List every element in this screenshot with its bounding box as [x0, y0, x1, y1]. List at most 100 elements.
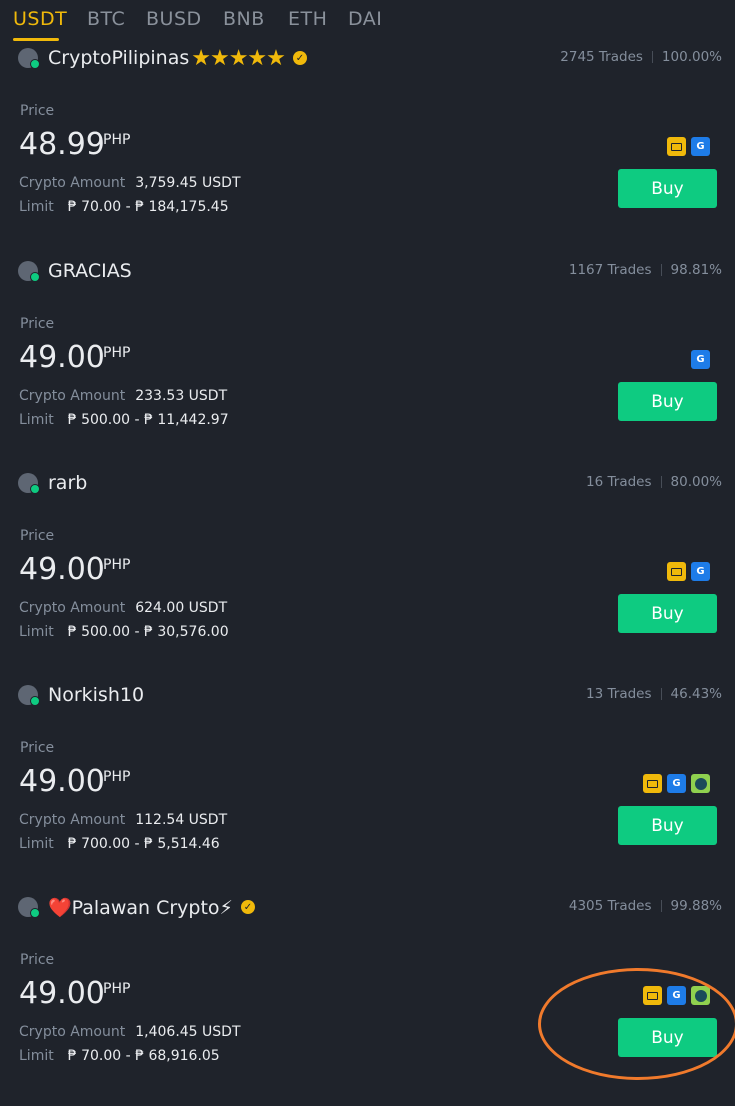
crypto-amount-value: 624.00 USDT — [135, 600, 228, 616]
stats-divider — [660, 900, 662, 912]
merchant-name[interactable]: CryptoPilipinas — [48, 47, 189, 69]
limit-label: Limit — [19, 836, 54, 852]
buy-button[interactable]: Buy — [618, 806, 717, 845]
bank-card-icon — [667, 137, 686, 156]
merchant-name[interactable]: rarb — [48, 472, 87, 494]
online-status-dot — [30, 59, 40, 69]
crypto-amount-value: 3,759.45 USDT — [135, 175, 241, 191]
limit-value: ₱ 500.00 - ₱ 11,442.97 — [67, 412, 229, 428]
tab-bnb[interactable]: BNB — [223, 8, 265, 30]
merchant-name[interactable]: ❤️Palawan Crypto⚡ — [48, 896, 233, 919]
gcash-icon: G — [667, 986, 686, 1005]
buy-button[interactable]: Buy — [618, 382, 717, 421]
gcash-icon: G — [691, 137, 710, 156]
limit-value: ₱ 70.00 - ₱ 68,916.05 — [67, 1048, 220, 1064]
merchant-avatar[interactable] — [18, 897, 40, 918]
trade-count: 16 Trades — [586, 474, 652, 490]
merchant-avatar[interactable] — [18, 261, 40, 282]
crypto-amount-label: Crypto Amount — [19, 388, 126, 404]
merchant-row[interactable]: ❤️Palawan Crypto⚡ ✓ — [18, 894, 255, 920]
ad-listing[interactable]: ❤️Palawan Crypto⚡ ✓ 4305 Trades 99.88% Price… — [0, 894, 735, 1106]
merchant-avatar[interactable] — [18, 473, 40, 494]
price-currency: PHP — [103, 345, 131, 361]
merchant-row[interactable]: CryptoPilipinas ★★★★★ ✓ — [18, 45, 307, 71]
limit-label: Limit — [19, 412, 54, 428]
buy-button[interactable]: Buy — [618, 1018, 717, 1057]
ad-listing[interactable]: GRACIAS 1167 Trades 98.81% Price 49.00 PHP Cry… — [0, 258, 735, 470]
limit-row: Limit ₱ 700.00 - ₱ 5,514.46 — [19, 836, 220, 852]
crypto-amount-label: Crypto Amount — [19, 175, 126, 191]
limit-row: Limit ₱ 70.00 - ₱ 184,175.45 — [19, 199, 229, 215]
stats-divider — [660, 264, 662, 276]
payment-methods: G — [691, 350, 710, 369]
limit-label: Limit — [19, 199, 54, 215]
payment-methods: G — [643, 774, 710, 793]
price-label: Price — [20, 952, 55, 968]
merchant-stats: 13 Trades 46.43% — [586, 686, 722, 702]
paymaya-icon — [691, 986, 710, 1005]
merchant-row[interactable]: rarb — [18, 470, 87, 496]
payment-methods: G — [667, 562, 710, 581]
trade-count: 1167 Trades — [568, 262, 652, 278]
crypto-amount-row: Crypto Amount 112.54 USDT — [19, 812, 227, 828]
price-currency: PHP — [103, 557, 131, 573]
limit-value: ₱ 500.00 - ₱ 30,576.00 — [67, 624, 229, 640]
merchant-avatar[interactable] — [18, 685, 40, 706]
trade-count: 4305 Trades — [568, 898, 652, 914]
completion-rate: 80.00% — [670, 474, 722, 490]
crypto-amount-row: Crypto Amount 233.53 USDT — [19, 388, 227, 404]
gcash-icon: G — [691, 562, 710, 581]
tab-eth[interactable]: ETH — [288, 8, 327, 30]
merchant-stars: ★★★★★ — [191, 45, 286, 71]
limit-row: Limit ₱ 70.00 - ₱ 68,916.05 — [19, 1048, 220, 1064]
price-value: 49.00 — [19, 552, 105, 587]
merchant-stats: 1167 Trades 98.81% — [569, 262, 722, 278]
paymaya-icon — [691, 774, 710, 793]
limit-row: Limit ₱ 500.00 - ₱ 30,576.00 — [19, 624, 229, 640]
gcash-icon: G — [691, 350, 710, 369]
merchant-name[interactable]: GRACIAS — [48, 260, 132, 282]
price-value: 49.00 — [19, 976, 105, 1011]
buy-button[interactable]: Buy — [618, 169, 717, 208]
verified-badge-icon: ✓ — [292, 51, 307, 65]
merchant-stats: 16 Trades 80.00% — [586, 474, 722, 490]
merchant-avatar[interactable] — [18, 48, 40, 69]
verified-badge-icon: ✓ — [240, 900, 255, 914]
crypto-amount-label: Crypto Amount — [19, 1024, 126, 1040]
limit-row: Limit ₱ 500.00 - ₱ 11,442.97 — [19, 412, 229, 428]
price-label: Price — [20, 103, 55, 119]
buy-button[interactable]: Buy — [618, 594, 717, 633]
price-value: 49.00 — [19, 764, 105, 799]
tab-busd[interactable]: BUSD — [146, 8, 202, 30]
ad-listing[interactable]: Norkish10 13 Trades 46.43% Price 49.00 PHP Cry… — [0, 682, 735, 894]
crypto-amount-row: Crypto Amount 1,406.45 USDT — [19, 1024, 241, 1040]
crypto-amount-value: 112.54 USDT — [135, 812, 228, 828]
crypto-amount-value: 1,406.45 USDT — [135, 1024, 241, 1040]
crypto-amount-label: Crypto Amount — [19, 600, 126, 616]
merchant-row[interactable]: GRACIAS — [18, 258, 132, 284]
ad-listing[interactable]: CryptoPilipinas ★★★★★ ✓ 2745 Trades 100.00% P… — [0, 45, 735, 257]
completion-rate: 100.00% — [661, 49, 722, 65]
payment-methods: G — [667, 137, 710, 156]
limit-label: Limit — [19, 624, 54, 640]
price-label: Price — [20, 740, 55, 756]
bank-card-icon — [667, 562, 686, 581]
tab-usdt[interactable]: USDT — [13, 8, 67, 30]
tab-btc[interactable]: BTC — [87, 8, 125, 30]
stats-divider — [651, 51, 653, 63]
merchant-row[interactable]: Norkish10 — [18, 682, 144, 708]
completion-rate: 98.81% — [670, 262, 722, 278]
bank-card-icon — [643, 986, 662, 1005]
asset-tabs: USDT BTC BUSD BNB ETH DAI — [0, 0, 735, 41]
completion-rate: 99.88% — [670, 898, 722, 914]
ad-listing[interactable]: rarb 16 Trades 80.00% Price 49.00 PHP Crypto A… — [0, 470, 735, 682]
crypto-amount-value: 233.53 USDT — [135, 388, 228, 404]
payment-methods: G — [643, 986, 710, 1005]
crypto-amount-label: Crypto Amount — [19, 812, 126, 828]
online-status-dot — [30, 908, 40, 918]
tab-dai[interactable]: DAI — [348, 8, 382, 30]
limit-value: ₱ 70.00 - ₱ 184,175.45 — [67, 199, 229, 215]
online-status-dot — [30, 484, 40, 494]
merchant-name[interactable]: Norkish10 — [48, 684, 144, 706]
price-value: 49.00 — [19, 340, 105, 375]
